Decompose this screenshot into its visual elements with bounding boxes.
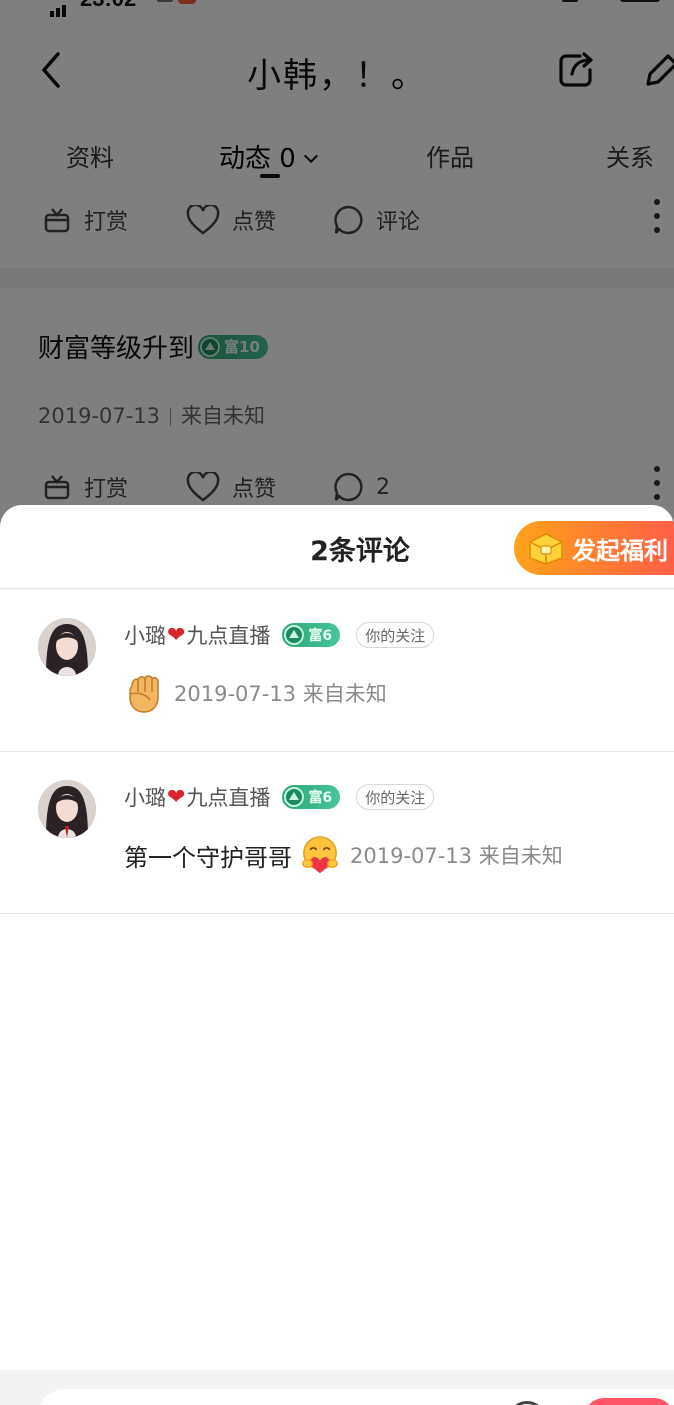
start-welfare-button[interactable]: 发起福利 <box>514 521 674 575</box>
comments-sheet: 2条评论 发起福利 小璐 ❤ 九点直播 富6 你的关注 2019-07-13 来… <box>0 505 674 1405</box>
author-name-part: 小璐 <box>124 786 166 810</box>
gem-icon <box>284 787 305 807</box>
hug-heart-emoji-icon <box>302 836 338 874</box>
comments-sheet-header: 2条评论 发起福利 <box>0 505 674 589</box>
comment-item[interactable]: 小璐 ❤ 九点直播 富6 你的关注 第一个守护哥哥 2019-07-13 来自未知 <box>0 752 674 914</box>
treasure-box-icon <box>529 533 563 565</box>
comment-input[interactable] <box>36 1389 674 1405</box>
fist-emoji-icon <box>129 675 159 713</box>
following-tag: 你的关注 <box>356 784 435 810</box>
following-tag: 你的关注 <box>356 622 435 648</box>
wealth-level-text: 富6 <box>308 790 333 806</box>
avatar[interactable] <box>38 780 96 838</box>
red-heart-icon: ❤ <box>167 622 186 648</box>
author-name-part: 小璐 <box>124 624 166 648</box>
comment-meta: 2019-07-13 来自未知 <box>174 682 387 706</box>
start-welfare-label: 发起福利 <box>572 536 668 565</box>
comment-meta: 2019-07-13 来自未知 <box>350 844 563 868</box>
gem-icon <box>284 625 305 645</box>
wealth-level-text: 富6 <box>308 628 333 644</box>
avatar[interactable] <box>38 618 96 676</box>
avatar-image <box>38 780 96 838</box>
comment-body: 第一个守护哥哥 2019-07-13 来自未知 <box>124 834 563 876</box>
author-name-part: 九点直播 <box>186 624 271 648</box>
avatar-image <box>38 618 96 676</box>
comment-body: 2019-07-13 来自未知 <box>124 672 387 714</box>
wealth-level-badge: 富6 <box>282 785 341 809</box>
comment-item[interactable]: 小璐 ❤ 九点直播 富6 你的关注 2019-07-13 来自未知 <box>0 590 674 752</box>
comment-text: 第一个守护哥哥 <box>124 843 292 872</box>
wealth-level-badge: 富6 <box>282 623 341 647</box>
author-name-part: 九点直播 <box>186 786 271 810</box>
comment-author[interactable]: 小璐 ❤ 九点直播 富6 你的关注 <box>124 620 435 650</box>
red-heart-icon: ❤ <box>167 784 186 810</box>
send-button[interactable] <box>584 1398 674 1405</box>
comment-author[interactable]: 小璐 ❤ 九点直播 富6 你的关注 <box>124 782 435 812</box>
